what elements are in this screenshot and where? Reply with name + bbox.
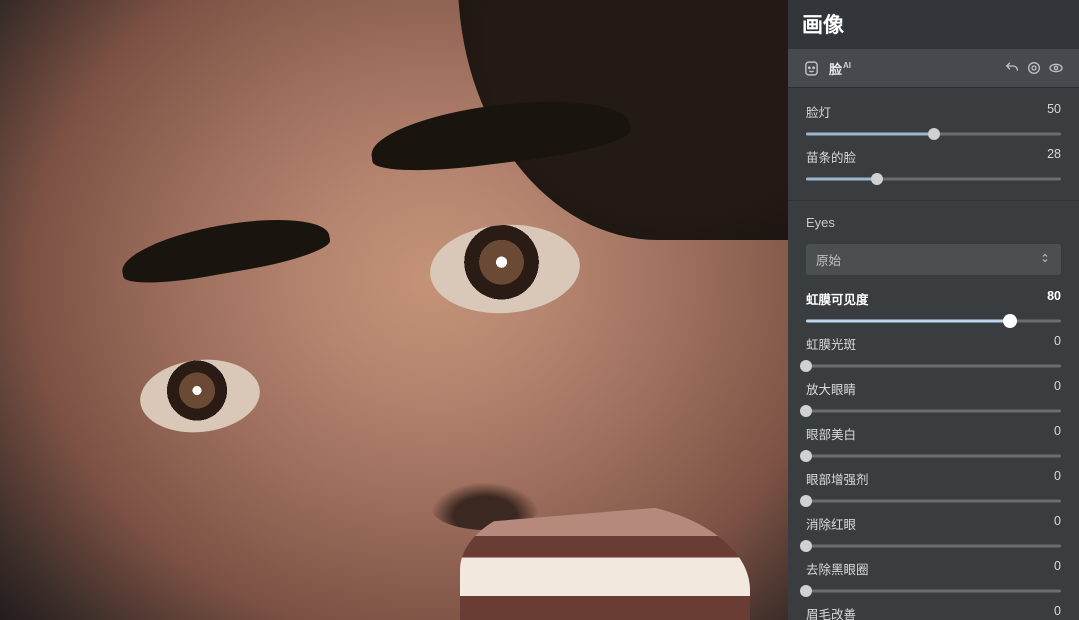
slider-thumb[interactable] bbox=[1003, 314, 1017, 328]
slider-value: 80 bbox=[1047, 289, 1061, 308]
slider-thumb[interactable] bbox=[800, 585, 812, 597]
slider-value: 0 bbox=[1054, 334, 1061, 353]
slider-track[interactable] bbox=[806, 314, 1061, 328]
face-icon bbox=[800, 57, 822, 79]
updown-icon bbox=[1039, 252, 1051, 267]
slider-value: 0 bbox=[1054, 514, 1061, 533]
reset-icon[interactable] bbox=[1023, 57, 1045, 79]
slider-eyes-6: 去除黑眼圈 0 bbox=[788, 559, 1079, 604]
slider-thumb[interactable] bbox=[871, 173, 883, 185]
slider-value: 0 bbox=[1054, 469, 1061, 488]
slider-label: 眼部增强剂 bbox=[806, 469, 869, 488]
slider-label: 放大眼睛 bbox=[806, 379, 856, 398]
eyes-preset-select[interactable]: 原始 bbox=[806, 244, 1061, 275]
slider-eyes-2: 放大眼睛 0 bbox=[788, 379, 1079, 424]
slider-label: 消除红眼 bbox=[806, 514, 856, 533]
slider-face-0: 脸灯 50 bbox=[788, 102, 1079, 147]
visibility-icon[interactable] bbox=[1045, 57, 1067, 79]
slider-track[interactable] bbox=[806, 449, 1061, 463]
slider-label: 去除黑眼圈 bbox=[806, 559, 869, 578]
slider-thumb[interactable] bbox=[800, 540, 812, 552]
tool-header: 脸AI bbox=[788, 49, 1079, 88]
slider-track[interactable] bbox=[806, 127, 1061, 141]
panel-body[interactable]: 脸灯 50 苗条的脸 28 Eyes 原始 虹膜可见度 bbox=[788, 88, 1079, 620]
undo-icon[interactable] bbox=[1001, 57, 1023, 79]
slider-eyes-1: 虹膜光斑 0 bbox=[788, 334, 1079, 379]
slider-value: 50 bbox=[1047, 102, 1061, 121]
slider-value: 0 bbox=[1054, 424, 1061, 443]
slider-eyes-5: 消除红眼 0 bbox=[788, 514, 1079, 559]
panel-title: 画像 bbox=[788, 0, 1079, 49]
slider-value: 0 bbox=[1054, 379, 1061, 398]
slider-track[interactable] bbox=[806, 539, 1061, 553]
slider-track[interactable] bbox=[806, 359, 1061, 373]
slider-label: 虹膜光斑 bbox=[806, 334, 856, 353]
slider-value: 0 bbox=[1054, 604, 1061, 620]
tool-label: 脸AI bbox=[829, 59, 851, 78]
slider-eyes-0: 虹膜可见度 80 bbox=[788, 289, 1079, 334]
slider-face-1: 苗条的脸 28 bbox=[788, 147, 1079, 192]
slider-label: 眉毛改善 bbox=[806, 604, 856, 620]
image-canvas[interactable] bbox=[0, 0, 788, 620]
slider-value: 28 bbox=[1047, 147, 1061, 166]
slider-eyes-3: 眼部美白 0 bbox=[788, 424, 1079, 469]
slider-thumb[interactable] bbox=[800, 495, 812, 507]
slider-track[interactable] bbox=[806, 404, 1061, 418]
slider-track[interactable] bbox=[806, 172, 1061, 186]
slider-value: 0 bbox=[1054, 559, 1061, 578]
slider-thumb[interactable] bbox=[800, 450, 812, 462]
slider-thumb[interactable] bbox=[800, 360, 812, 372]
slider-track[interactable] bbox=[806, 494, 1061, 508]
slider-label: 眼部美白 bbox=[806, 424, 856, 443]
slider-track[interactable] bbox=[806, 584, 1061, 598]
slider-eyes-7: 眉毛改善 0 bbox=[788, 604, 1079, 620]
slider-label: 苗条的脸 bbox=[806, 147, 856, 166]
right-panel: 画像 脸AI 脸灯 50 bbox=[788, 0, 1079, 620]
eyes-preset-value: 原始 bbox=[816, 250, 841, 269]
slider-label: 脸灯 bbox=[806, 102, 831, 121]
slider-thumb[interactable] bbox=[800, 405, 812, 417]
section-title-eyes: Eyes bbox=[788, 200, 1079, 238]
slider-thumb[interactable] bbox=[928, 128, 940, 140]
slider-label: 虹膜可见度 bbox=[806, 289, 869, 308]
slider-eyes-4: 眼部增强剂 0 bbox=[788, 469, 1079, 514]
